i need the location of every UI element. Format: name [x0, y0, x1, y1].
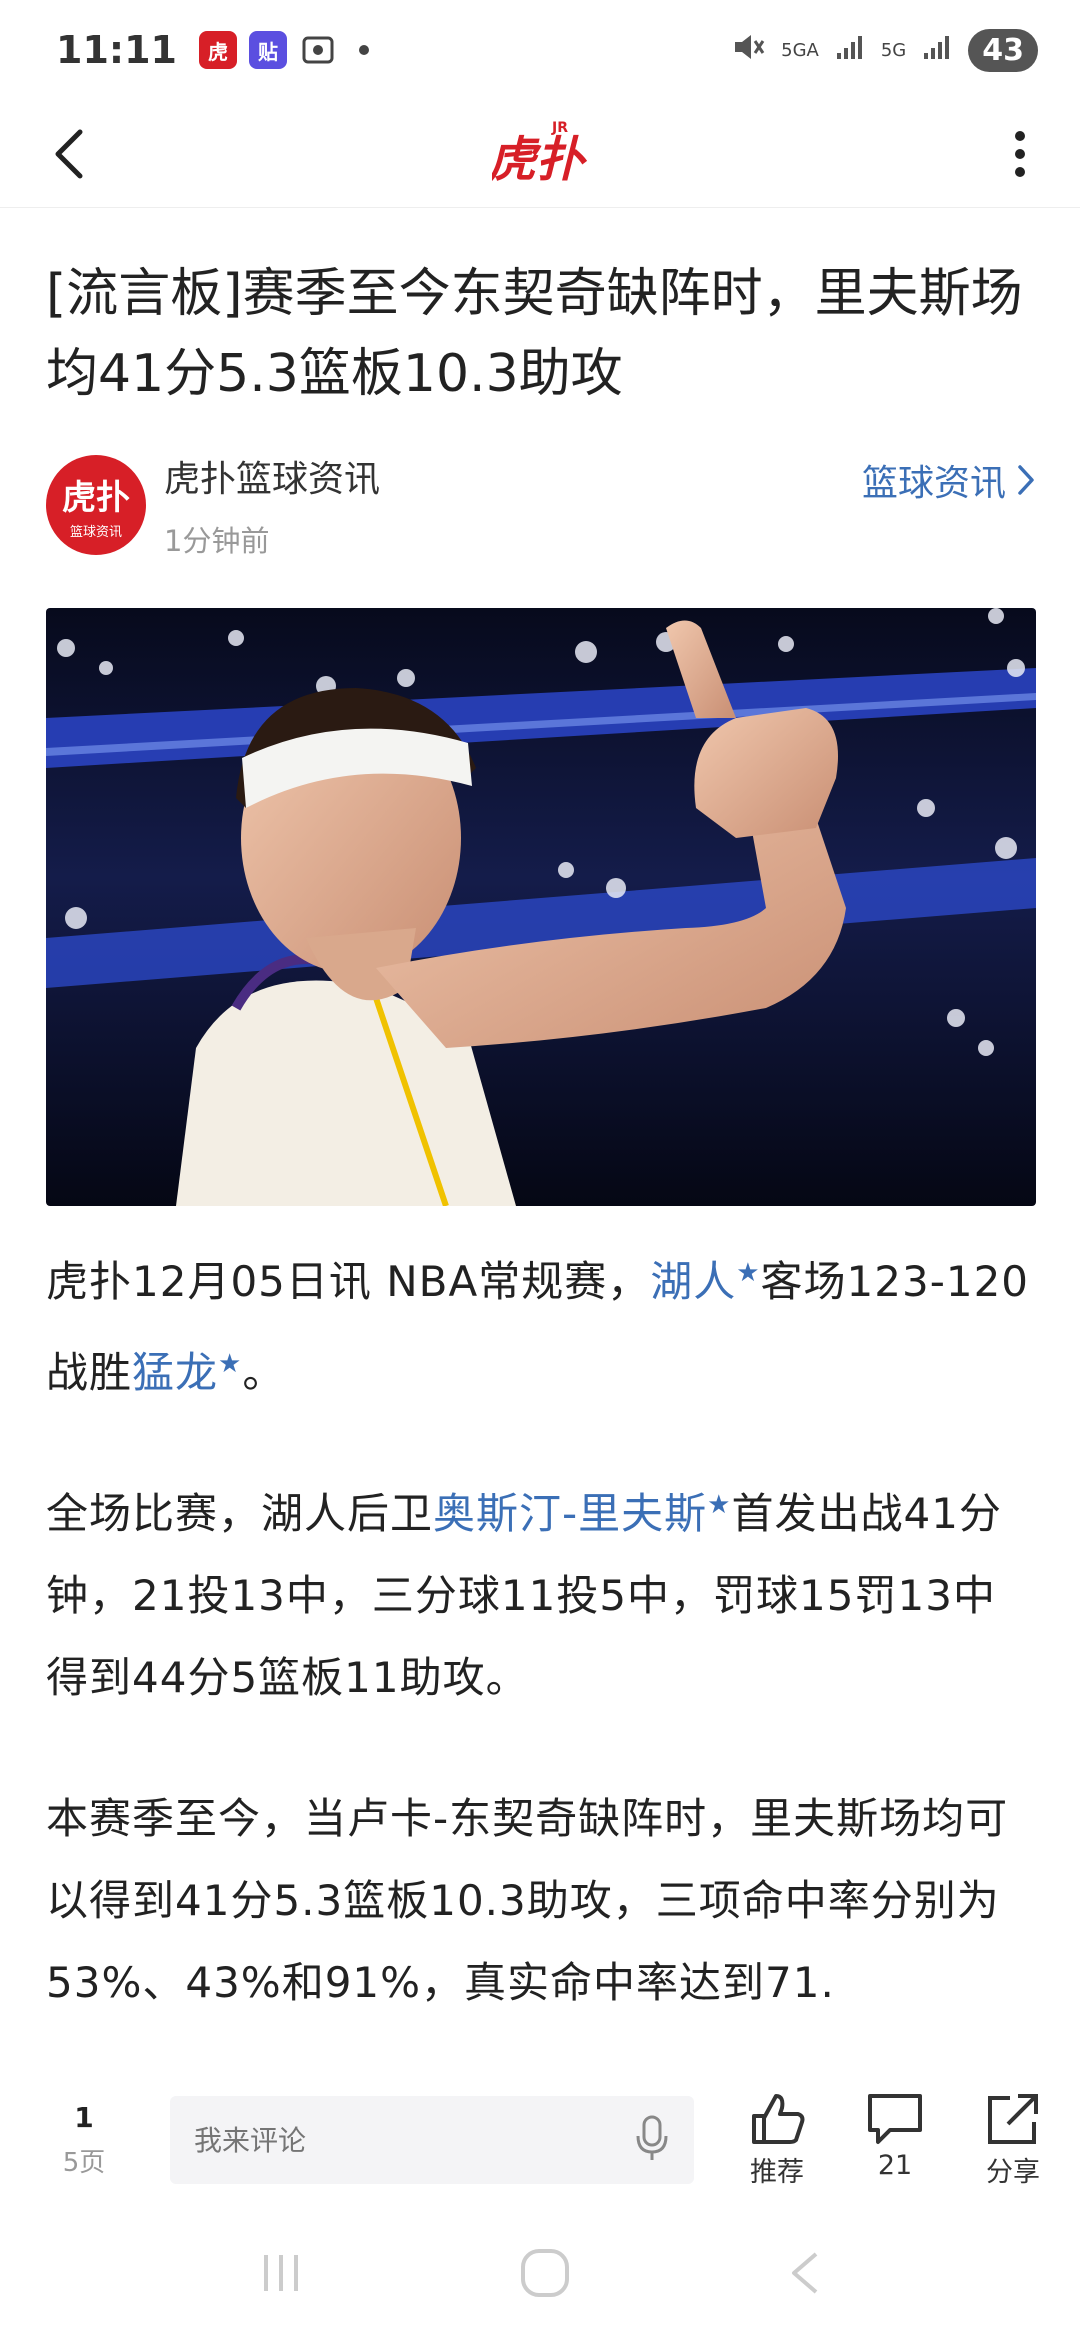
status-bar: 11:11 虎 贴 5GA 5G 43 — [0, 0, 1080, 100]
svg-text:虎扑: 虎扑 — [492, 132, 588, 188]
author-avatar[interactable]: 虎扑 篮球资讯 — [46, 455, 146, 555]
signal-icon — [835, 33, 865, 67]
star-icon: ★ — [736, 1258, 761, 1288]
recommend-label: 推荐 — [750, 2156, 804, 2188]
article-paragraph-2: 全场比赛，湖人后卫奥斯汀-里夫斯★首发出战41分钟，21投13中，三分球11投5… — [46, 1464, 1036, 1719]
chevron-right-icon — [1018, 465, 1034, 495]
signal-icon — [922, 33, 952, 67]
share-label: 分享 — [986, 2156, 1040, 2188]
comment-input[interactable] — [194, 2123, 634, 2157]
author-name[interactable]: 虎扑篮球资讯 — [164, 450, 380, 502]
back-button[interactable] — [34, 118, 106, 190]
team-link-raptors[interactable]: 猛龙 — [132, 1348, 218, 1397]
tieba-icon: 贴 — [248, 31, 287, 69]
comments-count: 21 — [877, 2149, 913, 2181]
network-5g-label: 5G — [880, 39, 907, 61]
hupu-logo: 虎扑 JR — [488, 114, 588, 194]
paragraph-text: 。 — [242, 1348, 286, 1397]
author-row: 虎扑 篮球资讯 虎扑篮球资讯 1分钟前 篮球资讯 — [46, 450, 1036, 560]
channel-link[interactable]: 篮球资讯 — [862, 454, 1036, 506]
status-time: 11:11 — [56, 28, 177, 72]
article-paragraph-3: 本赛季至今，当卢卡-东契奇缺阵时，里夫斯场均可以得到41分5.3篮板10.3助攻… — [46, 1794, 1009, 2007]
share-button[interactable]: 分享 — [978, 2092, 1048, 2189]
recents-icon[interactable] — [256, 2251, 306, 2299]
article-paragraph-1: 虎扑12月05日讯 NBA常规赛，湖人★客场123-120战胜猛龙★。 — [46, 1232, 1036, 1414]
page-indicator[interactable]: 1 5页 — [50, 2101, 118, 2179]
channel-label: 篮球资讯 — [861, 463, 1006, 504]
recommend-button[interactable]: 推荐 — [742, 2092, 812, 2189]
paragraph-text: 全场比赛，湖人后卫 — [46, 1489, 434, 1538]
star-icon: ★ — [218, 1349, 243, 1379]
screenshot-icon — [299, 31, 337, 69]
action-buttons: 推荐 21 分享 — [742, 2092, 1048, 2189]
status-right: 5GA 5G 43 — [731, 28, 1038, 72]
thumbs-up-icon — [752, 2093, 805, 2144]
app-bar: 虎扑 JR — [0, 100, 1080, 208]
screen: 11:11 虎 贴 5GA 5G 43 虎扑 JR [流言板]赛季至今东契奇缺阵… — [0, 0, 1080, 2340]
article-title: [流言板]赛季至今东契奇缺阵时，里夫斯场均41分5.3篮板10.3助攻 — [46, 264, 1023, 404]
page-total: 5页 — [62, 2148, 106, 2178]
comment-bubble-icon — [868, 2093, 922, 2144]
system-nav-bar — [0, 2210, 1080, 2340]
paragraph-text: 虎扑12月05日讯 NBA常规赛， — [46, 1257, 651, 1306]
comment-box[interactable] — [170, 2096, 694, 2184]
article-photo[interactable] — [46, 608, 1036, 1206]
network-5ga-label: 5GA — [781, 39, 819, 61]
chevron-left-icon — [55, 129, 83, 179]
player-link-reaves[interactable]: 奥斯汀-里夫斯 — [433, 1489, 707, 1538]
microphone-icon[interactable] — [634, 2114, 670, 2166]
mute-icon — [731, 30, 765, 70]
page-current: 1 — [74, 2101, 94, 2134]
more-options-button[interactable] — [984, 118, 1056, 190]
home-icon[interactable] — [518, 2246, 572, 2304]
author-info: 虎扑篮球资讯 1分钟前 — [164, 450, 380, 560]
hupu-app-icon: 虎 — [198, 31, 237, 69]
share-icon — [988, 2093, 1038, 2144]
back-nav-icon[interactable] — [784, 2248, 824, 2302]
basketball-player-photo — [46, 608, 1036, 1206]
team-link-lakers[interactable]: 湖人 — [650, 1257, 736, 1306]
svg-text:JR: JR — [551, 120, 568, 136]
more-vertical-icon — [1015, 131, 1025, 177]
avatar-subtext: 篮球资讯 — [69, 525, 122, 540]
star-icon: ★ — [707, 1490, 732, 1520]
bottom-action-bar: 1 5页 推荐 21 分享 — [0, 2070, 1080, 2210]
battery-level: 43 — [968, 28, 1038, 72]
comments-button[interactable]: 21 — [860, 2092, 930, 2189]
avatar-text: 虎扑 — [62, 478, 130, 518]
dot-icon — [358, 45, 369, 55]
post-time: 1分钟前 — [164, 524, 270, 558]
